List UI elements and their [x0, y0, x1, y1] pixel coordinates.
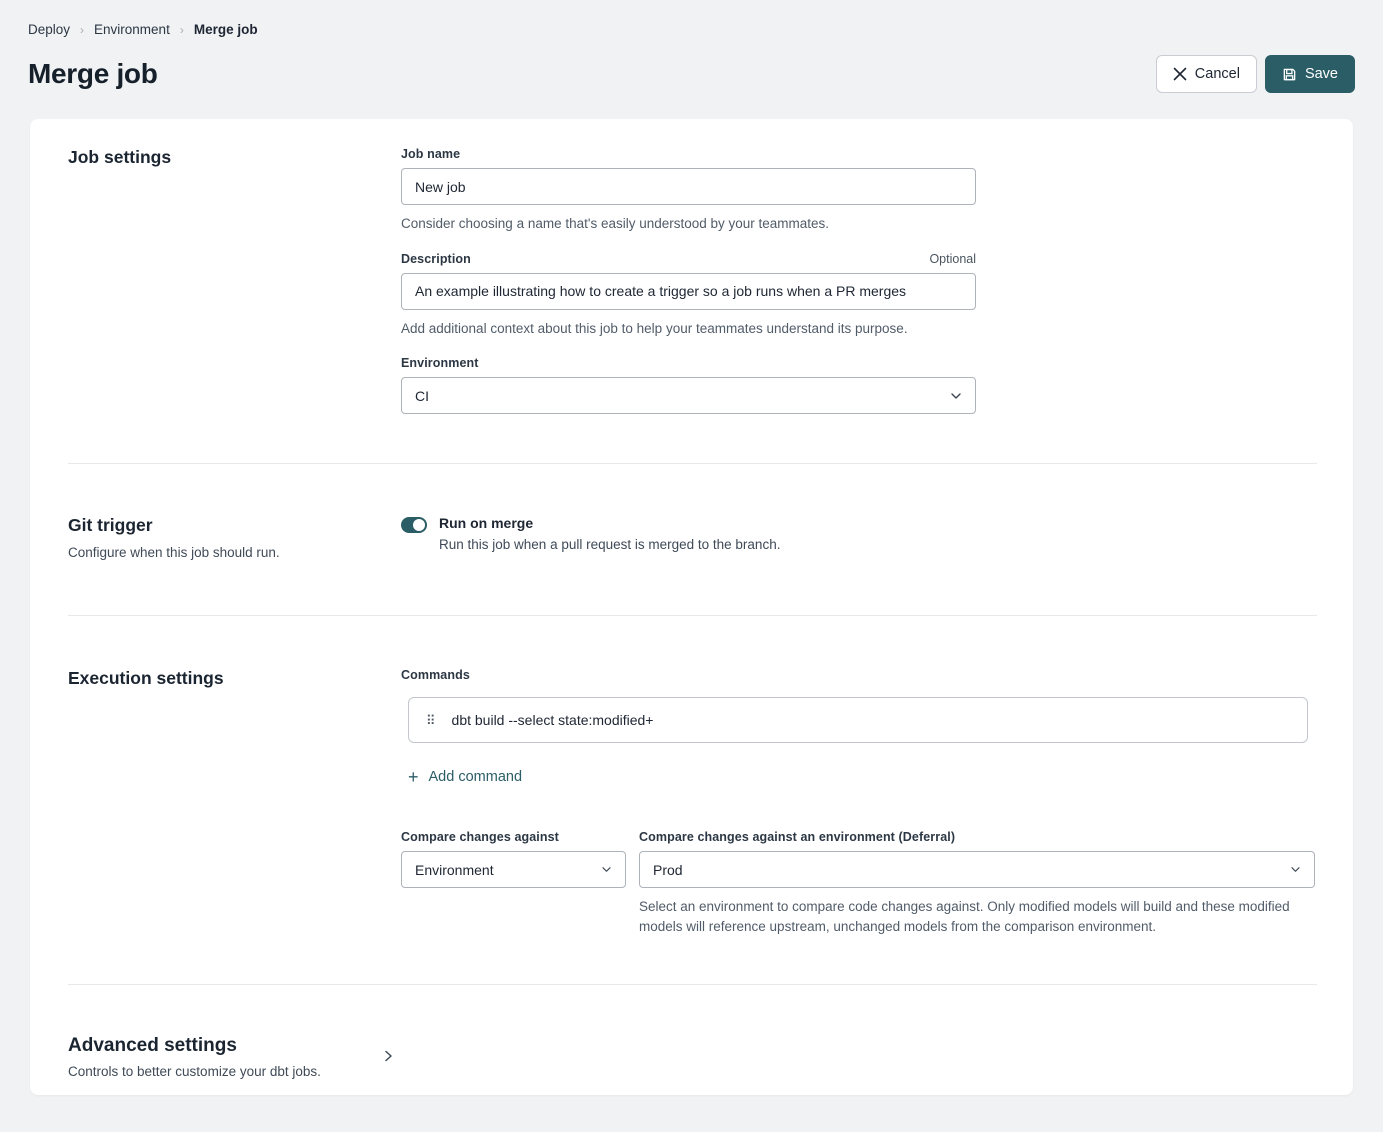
breadcrumb-current: Merge job: [194, 22, 258, 37]
deferral-helper: Select an environment to compare code ch…: [639, 897, 1315, 936]
section-advanced-settings[interactable]: Advanced settings Controls to better cus…: [68, 985, 1317, 1079]
save-button[interactable]: Save: [1265, 55, 1355, 93]
chevron-down-icon: [601, 866, 612, 873]
section-execution-settings: Execution settings Commands ⠿ dbt build …: [68, 616, 1317, 984]
section-job-settings: Job settings Job name Consider choosing …: [68, 147, 1317, 463]
environment-label: Environment: [401, 356, 1317, 370]
environment-field-group: Environment CI: [401, 356, 1317, 414]
cancel-button-label: Cancel: [1195, 66, 1240, 82]
job-settings-heading: Job settings: [68, 147, 401, 168]
job-name-field-group: Job name Consider choosing a name that's…: [401, 147, 1317, 234]
job-settings-card: Job settings Job name Consider choosing …: [30, 119, 1353, 1095]
commands-label: Commands: [401, 668, 1317, 682]
description-input[interactable]: [401, 273, 976, 310]
run-on-merge-description: Run this job when a pull request is merg…: [439, 537, 780, 552]
advanced-settings-heading: Advanced settings: [68, 1035, 401, 1057]
job-name-label: Job name: [401, 147, 1317, 161]
header-actions: Cancel Save: [1156, 55, 1355, 93]
add-command-label: Add command: [429, 769, 523, 785]
advanced-settings-subheading: Controls to better customize your dbt jo…: [68, 1064, 401, 1079]
compare-against-field-group: Compare changes against Environment: [401, 830, 626, 936]
description-label: Description: [401, 252, 471, 266]
environment-select-value: CI: [415, 388, 429, 404]
toggle-knob: [413, 519, 425, 531]
cancel-button[interactable]: Cancel: [1156, 55, 1257, 93]
breadcrumb-item-environment[interactable]: Environment: [94, 22, 170, 37]
environment-select[interactable]: CI: [401, 377, 976, 414]
job-name-input[interactable]: [401, 168, 976, 205]
chevron-down-icon: [1290, 866, 1301, 873]
drag-handle-icon[interactable]: ⠿: [426, 714, 436, 727]
deferral-select-value: Prod: [653, 862, 683, 878]
compare-against-select-value: Environment: [415, 862, 494, 878]
close-icon: [1173, 67, 1187, 81]
breadcrumb-separator-icon: ›: [180, 23, 184, 37]
compare-against-select[interactable]: Environment: [401, 851, 626, 888]
description-field-group: Description Optional Add additional cont…: [401, 252, 1317, 339]
command-row[interactable]: ⠿ dbt build --select state:modified+: [408, 697, 1308, 743]
deferral-label: Compare changes against an environment (…: [639, 830, 1315, 844]
top-bar: Deploy › Environment › Merge job Merge j…: [0, 0, 1383, 93]
compare-settings-row: Compare changes against Environment Comp…: [401, 830, 1317, 936]
deferral-select[interactable]: Prod: [639, 851, 1315, 888]
breadcrumb: Deploy › Environment › Merge job: [28, 22, 1355, 37]
compare-against-label: Compare changes against: [401, 830, 626, 844]
breadcrumb-separator-icon: ›: [80, 23, 84, 37]
breadcrumb-item-deploy[interactable]: Deploy: [28, 22, 70, 37]
section-git-trigger: Git trigger Configure when this job shou…: [68, 464, 1317, 615]
git-trigger-subheading: Configure when this job should run.: [68, 545, 401, 560]
command-text: dbt build --select state:modified+: [452, 712, 654, 728]
job-name-helper: Consider choosing a name that's easily u…: [401, 214, 1317, 234]
description-helper: Add additional context about this job to…: [401, 319, 1317, 339]
execution-settings-heading: Execution settings: [68, 668, 401, 689]
git-trigger-heading: Git trigger: [68, 515, 401, 536]
run-on-merge-row: Run on merge Run this job when a pull re…: [401, 515, 1317, 552]
add-command-button[interactable]: + Add command: [408, 768, 522, 786]
save-icon: [1282, 67, 1297, 82]
save-button-label: Save: [1305, 66, 1338, 82]
plus-icon: +: [408, 768, 419, 786]
run-on-merge-label: Run on merge: [439, 515, 780, 531]
chevron-down-icon: [950, 392, 962, 400]
page-title: Merge job: [28, 58, 158, 90]
description-optional-tag: Optional: [929, 252, 976, 266]
chevron-right-icon[interactable]: [381, 1049, 395, 1063]
deferral-field-group: Compare changes against an environment (…: [639, 830, 1315, 936]
run-on-merge-toggle[interactable]: [401, 517, 427, 533]
page-header: Merge job Cancel Save: [28, 55, 1355, 93]
